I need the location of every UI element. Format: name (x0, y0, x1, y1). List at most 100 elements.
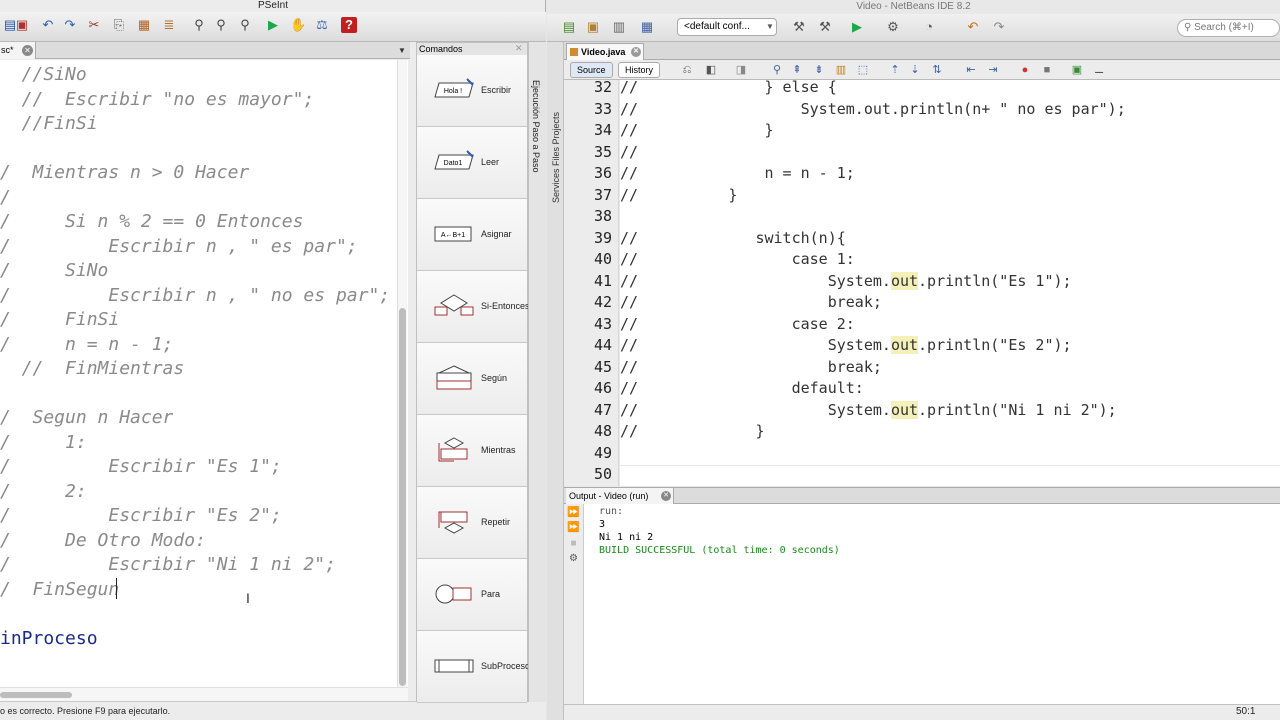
pseint-window: PSeInt ▤ ▣ ↶ ↷ ✂ ⎘ ▦ ≣ ⚲ ⚲ ⚲ ▶ ✋ ⚖ ? sc*… (0, 0, 546, 720)
command-leer[interactable]: Dato1 Leer (417, 127, 527, 199)
save-all-icon[interactable]: ▦ (639, 19, 655, 35)
command-según[interactable]: Según (417, 343, 527, 415)
comment-icon[interactable]: ⚊ (1092, 63, 1106, 77)
tab-output-run[interactable]: Output - Video (run) ✕ (566, 488, 674, 504)
java-code-editor[interactable]: // } else {// System.out.println(n+ " no… (620, 80, 1280, 486)
code-line: / Escribir "Es 2"; (0, 505, 282, 526)
close-tab-icon[interactable]: ✕ (661, 491, 671, 501)
command-escribir[interactable]: Hola ! Escribir (417, 55, 527, 127)
code-line: / Escribir n , " es par"; (0, 235, 358, 257)
step-icon[interactable]: ✋ (290, 17, 306, 33)
record-macro-icon[interactable]: ● (1018, 63, 1032, 77)
run-icon[interactable]: ▶ (265, 17, 281, 33)
vertical-scroll-thumb[interactable] (399, 308, 406, 686)
code-token: // System. (620, 400, 891, 419)
toggle-highlight-icon[interactable]: ▥ (834, 63, 848, 77)
new-file-icon[interactable]: ▤ (561, 19, 577, 35)
command-label: Si-Entonces (481, 301, 530, 311)
find-icon[interactable]: ⚲ (191, 17, 207, 33)
clean-build-icon[interactable]: ⚒ (817, 19, 833, 35)
code-line: / Escribir "Ni 1 ni 2"; (0, 554, 336, 575)
command-mientras[interactable]: Mientras (417, 415, 527, 487)
code-token: // } (620, 185, 738, 204)
history-button[interactable]: History (618, 62, 661, 78)
code-token: // break; (620, 293, 882, 311)
back-icon[interactable]: ◧ (704, 63, 718, 77)
rerun-params-icon[interactable]: ⏩ (567, 521, 580, 534)
toggle-rect-select-icon[interactable]: ⬚ (856, 63, 870, 77)
redo-icon[interactable]: ↷ (62, 17, 78, 33)
output-console[interactable]: ⏩ ⏩ ■ ⚙ run: 3 Ni 1 ni 2 BUILD SUCCESSFUL (… (564, 504, 1280, 704)
next-bookmark-icon[interactable]: ⇣ (908, 63, 922, 77)
code-token: // System. (620, 271, 891, 290)
step-by-step-tab[interactable]: Ejecución Paso a Paso (531, 80, 541, 173)
command-para[interactable]: Para (417, 559, 527, 631)
redo-icon[interactable]: ↷ (991, 19, 1007, 35)
indent-icon[interactable]: ≣ (161, 17, 177, 33)
output-tabbar: Output - Video (run) ✕ (564, 487, 1280, 504)
source-button[interactable]: Source (570, 62, 613, 78)
pseint-horizontal-scrollbar[interactable] (0, 687, 408, 701)
code-token: // } (620, 422, 765, 440)
commands-panel: Comandos ✕ Hola ! Escribir Dato1 Leer A←B+1 A… (416, 42, 530, 703)
netbeans-window: Video - NetBeans IDE 8.2 ▤ ▣ ▥ ▦ <defaul… (547, 0, 1280, 720)
tab-video-java[interactable]: Video.java ✕ (566, 43, 644, 60)
command-si-entonces[interactable]: Si-Entonces (417, 271, 530, 343)
side-panels-tabs[interactable]: Services Files Projects (551, 112, 561, 203)
new-project-icon[interactable]: ▣ (585, 19, 601, 35)
config-select[interactable]: <default conf... ▼ (677, 18, 777, 36)
pseint-file-tab[interactable]: sc* ✕ (0, 42, 36, 59)
replace-icon[interactable]: ⚲ (237, 17, 253, 33)
paste-icon[interactable]: ▦ (136, 17, 152, 33)
cut-icon[interactable]: ✂ (86, 17, 102, 33)
find-next-icon[interactable]: ⚲ (213, 17, 229, 33)
flowchart-icon[interactable]: ⚖ (314, 17, 330, 33)
chevron-down-icon: ▼ (766, 22, 774, 31)
code-line: / (0, 186, 11, 208)
close-panel-icon[interactable]: ✕ (515, 43, 523, 54)
open-project-icon[interactable]: ▥ (611, 19, 627, 35)
start-macro-icon[interactable]: ▣ (1070, 63, 1084, 77)
settings-icon[interactable]: ⚙ (567, 552, 580, 565)
stop-macro-icon[interactable]: ■ (1040, 63, 1054, 77)
command-repetir[interactable]: Repetir (417, 487, 527, 559)
copy-icon[interactable]: ⎘ (111, 17, 127, 33)
code-line: // System.out.println("Ni 1 ni 2"); (620, 400, 1117, 421)
close-tab-icon[interactable]: ✕ (22, 45, 33, 56)
find-previous-icon[interactable]: ⇞ (790, 63, 804, 77)
help-icon[interactable]: ? (341, 17, 357, 33)
rerun-icon[interactable]: ⏩ (567, 506, 580, 519)
save-icon[interactable]: ▣ (14, 17, 30, 33)
tabs-dropdown-icon[interactable]: ▼ (398, 46, 406, 55)
shift-left-icon[interactable]: ⇤ (964, 63, 978, 77)
horizontal-scroll-thumb[interactable] (0, 692, 72, 698)
pseint-code-editor[interactable]: //SiNo // Escribir "no es mayor"; //FinS… (0, 60, 408, 687)
config-select-value: <default conf... (684, 21, 750, 32)
close-tab-icon[interactable]: ✕ (631, 47, 641, 57)
search-input[interactable]: ⚲ Search (⌘+I) (1177, 19, 1280, 37)
prev-bookmark-icon[interactable]: ⇡ (888, 63, 902, 77)
command-label: Asignar (481, 229, 512, 239)
undo-icon[interactable]: ↶ (40, 17, 56, 33)
line-number: 43 (593, 314, 612, 333)
undo-icon[interactable]: ↶ (965, 19, 981, 35)
line-number-gutter: 32 33 34 35 36 37 38 39 40 41 42 43 44 45 46 47 48 49 50 (564, 78, 619, 486)
find-icon[interactable]: ⚲ (770, 63, 784, 77)
last-edit-icon[interactable]: ⎌ (680, 63, 694, 77)
command-asignar[interactable]: A←B+1 Asignar (417, 199, 527, 271)
build-icon[interactable]: ⚒ (791, 19, 807, 35)
pseint-vertical-scrollbar[interactable] (397, 60, 407, 687)
run-icon[interactable]: ▶ (849, 19, 865, 35)
forward-icon[interactable]: ◨ (734, 63, 748, 77)
command-subproceso[interactable]: SubProceso (417, 631, 530, 703)
find-next-icon[interactable]: ⇟ (812, 63, 826, 77)
line-number: 47 (593, 400, 612, 419)
toggle-bookmark-icon[interactable]: ⇅ (930, 63, 944, 77)
command-label: Escribir (481, 85, 512, 95)
shift-right-icon[interactable]: ⇥ (986, 63, 1000, 77)
code-line: inProceso (0, 627, 98, 649)
editor-tabbar: Video.java ✕ (564, 42, 1280, 60)
debug-icon[interactable]: ⚙ (885, 19, 901, 35)
profile-icon[interactable]: ◔ (921, 19, 937, 35)
stop-icon[interactable]: ■ (567, 537, 580, 550)
